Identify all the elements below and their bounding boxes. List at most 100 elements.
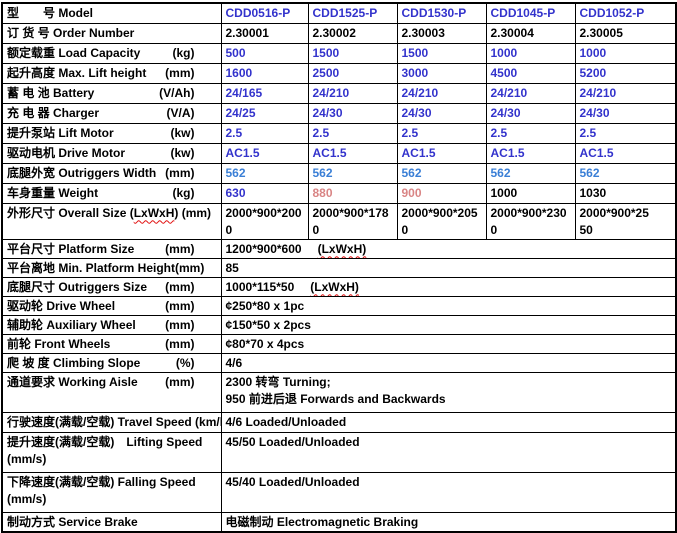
spec-value: 2000*900*1780 [308,203,397,239]
spec-label: 前轮 Front Wheels [7,336,110,353]
spec-unit: (kg) [173,45,217,62]
row-outriggers-size: 底腿尺寸 Outriggers Size (mm) 1000*115*50(Lx… [2,277,676,296]
spec-unit: (kw) [171,145,217,162]
spec-label-cell: 下降速度(满载/空载) Falling Speed (mm/s) [2,472,221,512]
spec-value: 24/30 [575,103,676,123]
spec-value: CDD0516-P [221,3,308,23]
spec-unit: (kw) [171,125,217,142]
spec-value: 5200 [575,63,676,83]
spec-label-cell: 型 号 Model [2,3,221,23]
spec-label: 驱动电机 Drive Motor [7,145,125,162]
spec-value: 2000*900*2050 [397,203,486,239]
spec-value: 1000 [486,183,575,203]
spec-value: 3000 [397,63,486,83]
spec-label-suffix: ) (mm) [174,206,211,220]
spec-value: CDD1052-P [575,3,676,23]
spec-value: 24/30 [486,103,575,123]
spec-label: 辅助轮 Auxiliary Wheel [7,317,136,334]
spec-value: CDD1045-P [486,3,575,23]
spec-label-spellcheck: LxWxH [134,206,175,220]
spec-label: 起升高度 Max. Lift height [7,65,146,82]
row-falling-speed: 下降速度(满载/空载) Falling Speed (mm/s) 45/40 L… [2,472,676,512]
row-battery: 蓄 电 池 Battery (V/Ah) 24/165 24/210 24/21… [2,83,676,103]
spec-value: 24/30 [308,103,397,123]
row-lift-motor: 提升泵站 Lift Motor (kw) 2.5 2.5 2.5 2.5 2.5 [2,123,676,143]
spec-value: 562 [397,163,486,183]
spec-value: 2000*900*2550 [575,203,676,239]
spec-value: 2.5 [221,123,308,143]
spec-value: 1200*900*600(LxWxH) [221,239,676,258]
spec-label: 行驶速度(满载/空载) Travel Speed (km/h) [7,414,217,431]
spec-value: 1000*115*50(LxWxH) [221,277,676,296]
spec-value: 1500 [397,43,486,63]
spec-label-cell: 额定载重 Load Capacity (kg) [2,43,221,63]
spec-label: 爬 坡 度 Climbing Slope [7,355,140,372]
spec-value: 2000*900*2300 [486,203,575,239]
spec-value: 900 [397,183,486,203]
spec-unit: (%) [176,355,217,372]
spec-value: 562 [221,163,308,183]
spec-value: 24/210 [397,83,486,103]
spec-unit: (mm) [165,165,216,182]
row-service-brake: 制动方式 Service Brake 电磁制动 Electromagnetic … [2,512,676,532]
spec-label-line2: (mm/s) [7,491,217,508]
spec-label-line2: (mm/s) [7,451,217,468]
spec-value: 2.30004 [486,23,575,43]
row-min-platform-height: 平台离地 Min. Platform Height (mm) 85 [2,258,676,277]
spec-unit: (V/Ah) [159,85,216,102]
spec-unit: (mm) [165,241,216,258]
spec-value: 2.5 [575,123,676,143]
spec-value: 4500 [486,63,575,83]
spec-unit: (V/A) [167,105,217,122]
spec-value: 2000*900*2000 [221,203,308,239]
spec-value: 562 [486,163,575,183]
spec-value: 45/50 Loaded/Unloaded [221,432,676,472]
spec-label-cell: 底腿尺寸 Outriggers Size (mm) [2,277,221,296]
spec-value: CDD1530-P [397,3,486,23]
spec-label-cell: 车身重量 Weight (kg) [2,183,221,203]
row-auxiliary-wheel: 辅助轮 Auxiliary Wheel (mm) ¢150*50 x 2pcs [2,315,676,334]
spec-label: 充 电 器 Charger [7,105,99,122]
spec-value: 4/6 [221,353,676,372]
row-drive-motor: 驱动电机 Drive Motor (kw) AC1.5 AC1.5 AC1.5 … [2,143,676,163]
spec-value: ¢150*50 x 2pcs [221,315,676,334]
row-climbing-slope: 爬 坡 度 Climbing Slope (%) 4/6 [2,353,676,372]
spec-value: 电磁制动 Electromagnetic Braking [221,512,676,532]
spec-unit: (mm) [165,336,216,353]
spec-value: 2300 转弯 Turning; 950 前进后退 Forwards and B… [221,372,676,412]
row-drive-wheel: 驱动轮 Drive Wheel (mm) ¢250*80 x 1pc [2,296,676,315]
row-charger: 充 电 器 Charger (V/A) 24/25 24/30 24/30 24… [2,103,676,123]
spec-value: 2500 [308,63,397,83]
spec-value: 1500 [308,43,397,63]
spec-label: 底腿外宽 Outriggers Width [7,165,156,182]
row-lifting-speed: 提升速度(满载/空载) Lifting Speed (mm/s) 45/50 L… [2,432,676,472]
spec-label: 通道要求 Working Aisle [7,374,138,391]
spec-value: AC1.5 [221,143,308,163]
spec-value: 2.5 [308,123,397,143]
spec-label-cell: 驱动电机 Drive Motor (kw) [2,143,221,163]
spec-unit: (mm) [165,317,216,334]
spec-label: 型 号 Model [7,5,93,22]
spec-unit: (mm) [165,65,216,82]
spec-value: 85 [221,258,676,277]
spec-label-cell: 蓄 电 池 Battery (V/Ah) [2,83,221,103]
spec-value-line2: 950 前进后退 Forwards and Backwards [226,391,672,408]
spec-unit: (mm) [165,298,216,315]
spec-value: 500 [221,43,308,63]
spec-value-spellcheck: (LxWxH) [318,242,367,256]
spec-value: 24/25 [221,103,308,123]
spec-value: CDD1525-P [308,3,397,23]
spec-label: 下降速度(满载/空载) Falling Speed [7,474,217,491]
spec-value: 45/40 Loaded/Unloaded [221,472,676,512]
row-outriggers-width: 底腿外宽 Outriggers Width (mm) 562 562 562 5… [2,163,676,183]
row-max-lift-height: 起升高度 Max. Lift height (mm) 1600 2500 300… [2,63,676,83]
row-weight: 车身重量 Weight (kg) 630 880 900 1000 1030 [2,183,676,203]
spec-value: 2.5 [397,123,486,143]
spec-value: 2.30005 [575,23,676,43]
spec-value: 1000 [486,43,575,63]
spec-value-spellcheck: (LxWxH) [310,280,359,294]
spec-label-cell: 制动方式 Service Brake [2,512,221,532]
row-platform-size: 平台尺寸 Platform Size (mm) 1200*900*600(LxW… [2,239,676,258]
spec-label-cell: 前轮 Front Wheels (mm) [2,334,221,353]
row-travel-speed: 行驶速度(满载/空载) Travel Speed (km/h) 4/6 Load… [2,412,676,432]
